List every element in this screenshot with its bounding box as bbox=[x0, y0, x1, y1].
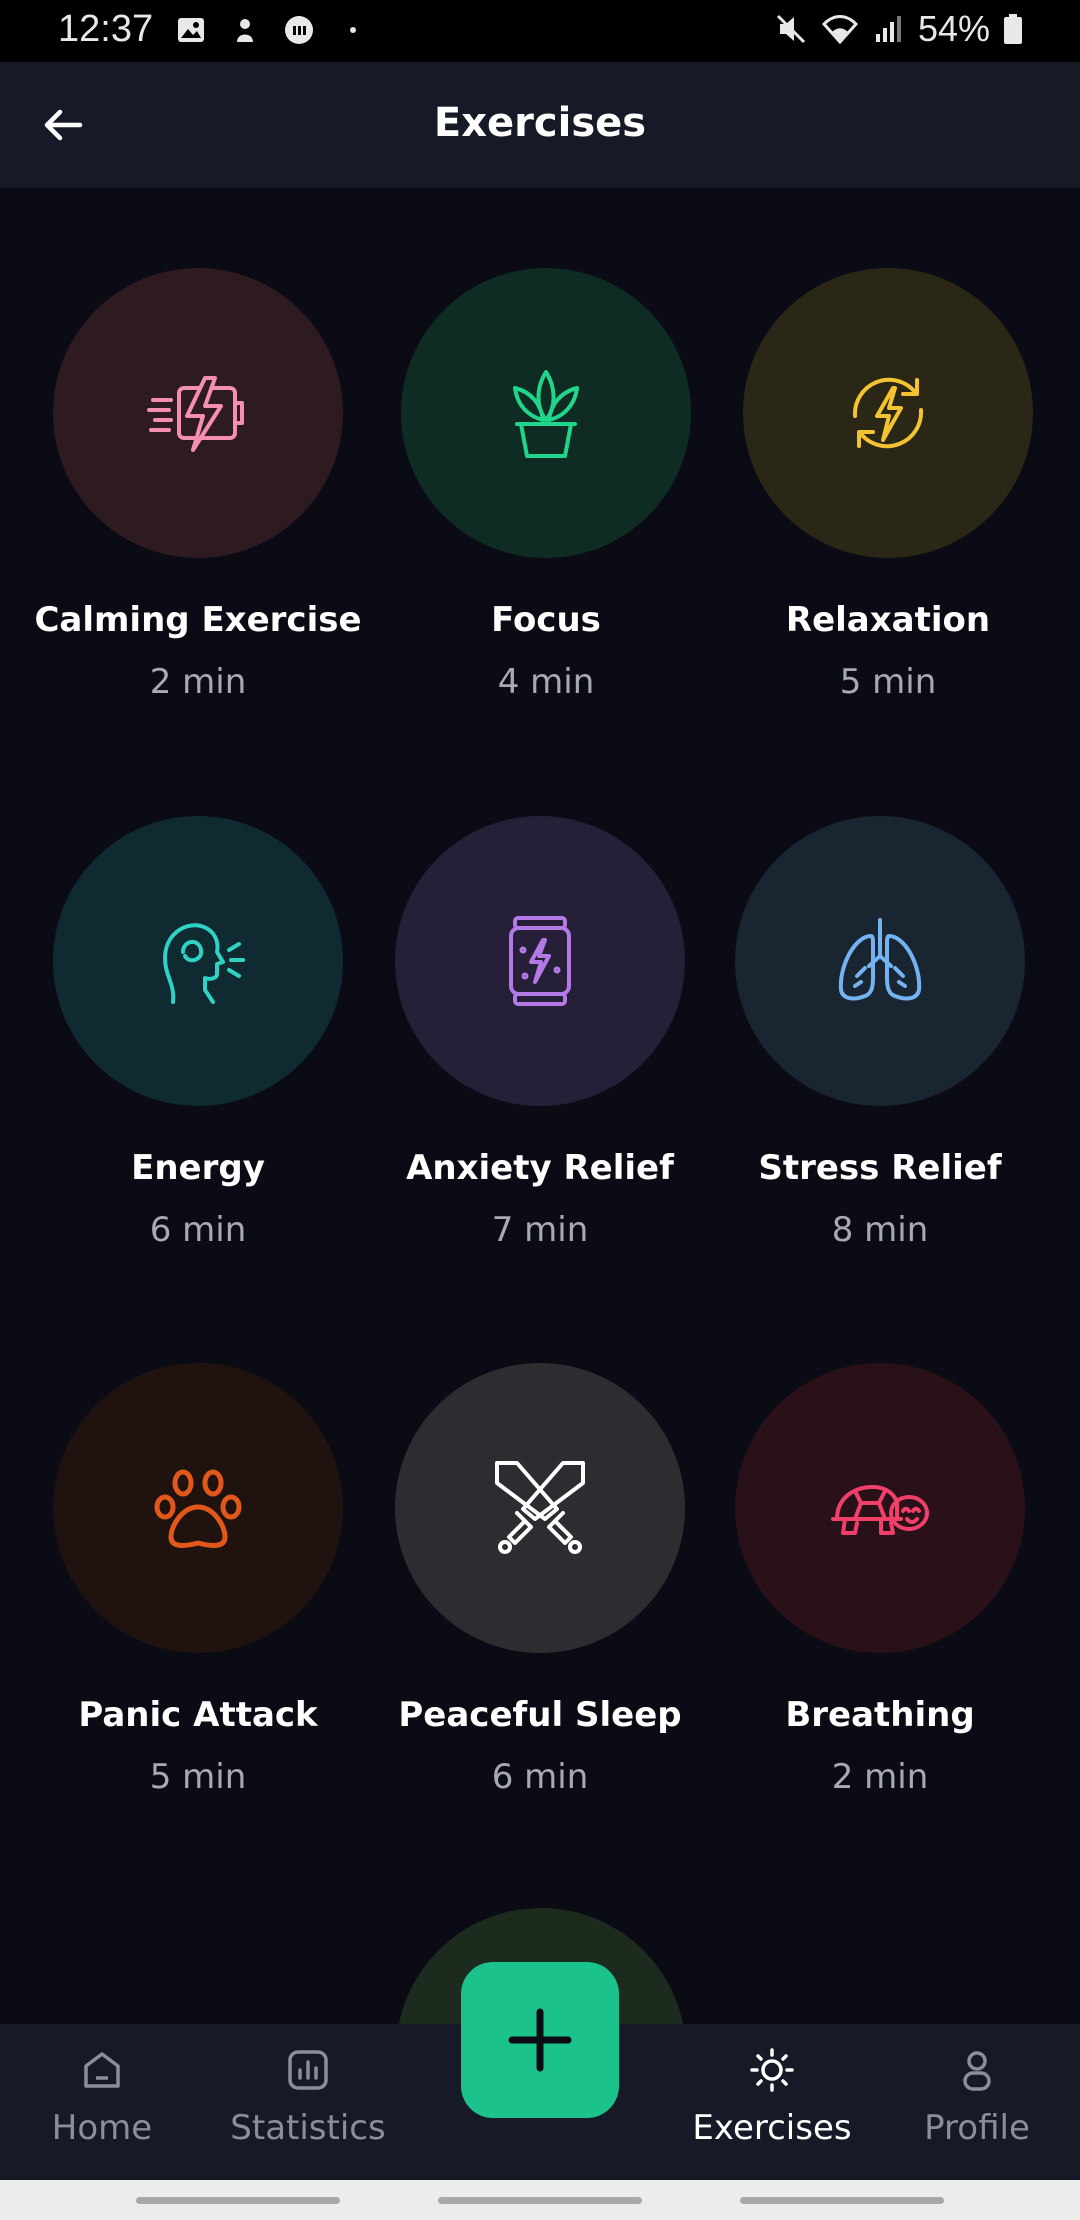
nav-home[interactable]: Home bbox=[2, 2046, 202, 2148]
exercise-breathing[interactable]: Breathing 2 min bbox=[710, 1363, 1050, 1797]
exercise-title: Breathing bbox=[785, 1695, 975, 1735]
add-button[interactable] bbox=[461, 1962, 619, 2118]
energy-cycle-icon bbox=[852, 377, 924, 449]
exercise-icon-circle bbox=[743, 268, 1033, 558]
nav-home-label: Home bbox=[51, 2108, 153, 2148]
exercise-icon-circle bbox=[735, 1363, 1025, 1653]
exercise-duration: 6 min bbox=[149, 1210, 247, 1250]
plant-pot-icon bbox=[513, 370, 579, 458]
status-notification-icons bbox=[175, 14, 369, 46]
exercise-duration: 7 min bbox=[491, 1210, 589, 1250]
exercise-panic-attack[interactable]: Panic Attack 5 min bbox=[28, 1363, 368, 1797]
paw-icon bbox=[154, 1469, 242, 1548]
exercise-title: Calming Exercise bbox=[34, 600, 362, 640]
nav-exercises-label: Exercises bbox=[692, 2108, 852, 2148]
exercise-calming[interactable]: Calming Exercise 2 min bbox=[28, 268, 368, 702]
exercise-energy[interactable]: Energy 6 min bbox=[28, 816, 368, 1250]
head-breath-icon bbox=[163, 923, 245, 1004]
exercise-duration: 5 min bbox=[839, 662, 937, 702]
nav-profile[interactable]: Profile bbox=[877, 2046, 1077, 2148]
home-icon bbox=[84, 2052, 120, 2088]
battery-percent: 54% bbox=[917, 8, 990, 49]
nav-exercises[interactable]: Exercises bbox=[672, 2046, 872, 2148]
energy-can-icon bbox=[509, 916, 571, 1006]
exercise-duration: 2 min bbox=[149, 662, 247, 702]
exercise-icon-circle bbox=[53, 1363, 343, 1653]
exercise-title: Panic Attack bbox=[78, 1695, 318, 1735]
exercise-title: Peaceful Sleep bbox=[398, 1695, 682, 1735]
lungs-icon bbox=[838, 918, 922, 1001]
system-recents-button[interactable] bbox=[136, 2197, 340, 2204]
exercise-duration: 5 min bbox=[149, 1757, 247, 1797]
battery-bolt-icon bbox=[147, 376, 244, 452]
sun-icon bbox=[750, 2048, 794, 2092]
exercise-relaxation[interactable]: Relaxation 5 min bbox=[718, 268, 1058, 702]
exercise-duration: 6 min bbox=[491, 1757, 589, 1797]
crossed-swords-icon bbox=[495, 1461, 585, 1554]
exercise-title: Relaxation bbox=[785, 600, 991, 640]
exercise-icon-circle bbox=[401, 268, 691, 558]
system-home-button[interactable] bbox=[438, 2197, 642, 2204]
more-notifications-icon bbox=[350, 27, 356, 33]
status-bar: 12:37 54% bbox=[0, 0, 1080, 62]
exercise-icon-circle bbox=[735, 816, 1025, 1106]
user-icon bbox=[963, 2051, 991, 2091]
status-time: 12:37 bbox=[58, 8, 154, 50]
battery-icon bbox=[1004, 14, 1022, 44]
exercise-icon-circle bbox=[395, 816, 685, 1106]
exercise-focus[interactable]: Focus 4 min bbox=[376, 268, 716, 702]
turtle-icon bbox=[831, 1485, 929, 1535]
gallery-icon bbox=[178, 18, 204, 42]
exercise-title: Focus bbox=[491, 600, 601, 640]
exercise-peaceful-sleep[interactable]: Peaceful Sleep 6 min bbox=[370, 1363, 710, 1797]
calendar-badge-icon bbox=[285, 16, 313, 44]
exercise-icon-circle bbox=[53, 816, 343, 1106]
system-back-button[interactable] bbox=[740, 2197, 944, 2204]
mute-icon bbox=[776, 14, 805, 44]
nav-profile-label: Profile bbox=[924, 2108, 1030, 2148]
exercise-title: Energy bbox=[131, 1148, 265, 1188]
exercise-title: Anxiety Relief bbox=[406, 1148, 674, 1188]
exercise-anxiety-relief[interactable]: Anxiety Relief 7 min bbox=[370, 816, 710, 1250]
exercise-icon-circle bbox=[53, 268, 343, 558]
system-nav-bar bbox=[0, 2180, 1080, 2220]
app-notification-icon bbox=[237, 19, 253, 42]
signal-icon bbox=[875, 16, 901, 42]
exercise-icon-circle bbox=[395, 1363, 685, 1653]
app-header: Exercises bbox=[0, 62, 1080, 188]
status-system-icons: 54% bbox=[774, 8, 1024, 50]
plus-icon bbox=[508, 2008, 572, 2072]
exercise-duration: 2 min bbox=[831, 1757, 929, 1797]
exercise-duration: 8 min bbox=[831, 1210, 929, 1250]
exercise-title: Stress Relief bbox=[758, 1148, 1002, 1188]
chart-icon bbox=[288, 2050, 328, 2090]
wifi-icon bbox=[821, 15, 858, 45]
nav-statistics-label: Statistics bbox=[230, 2108, 386, 2148]
nav-statistics[interactable]: Statistics bbox=[208, 2046, 408, 2148]
exercise-duration: 4 min bbox=[497, 662, 595, 702]
exercise-stress-relief[interactable]: Stress Relief 8 min bbox=[710, 816, 1050, 1250]
page-title: Exercises bbox=[433, 100, 647, 146]
